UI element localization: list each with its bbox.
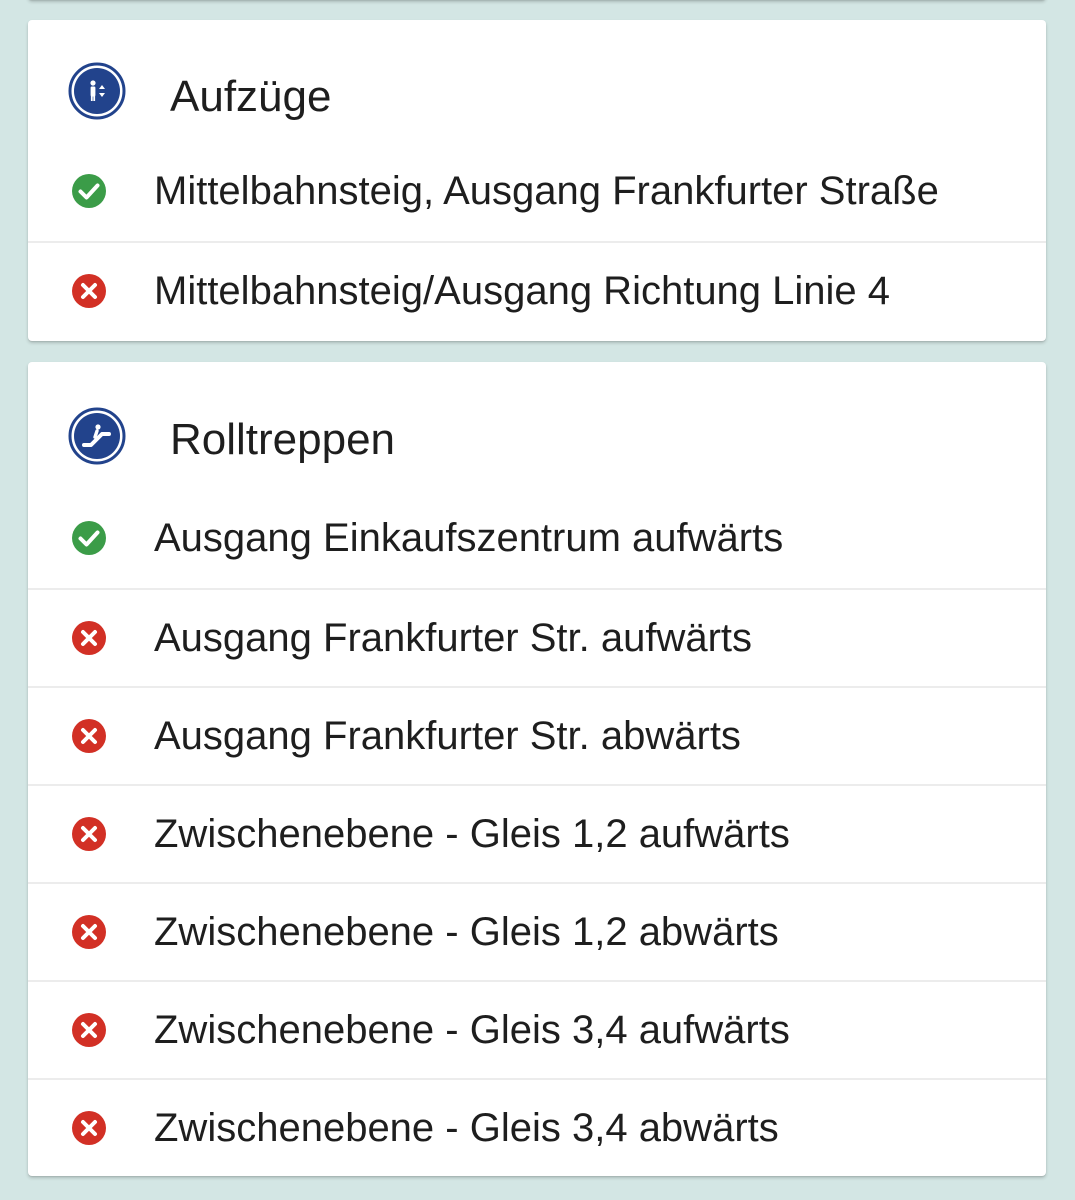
list-item[interactable]: Zwischenebene - Gleis 1,2 abwärts <box>28 882 1046 980</box>
item-label: Mittelbahnsteig, Ausgang Frankfurter Str… <box>154 168 939 213</box>
item-label: Ausgang Frankfurter Str. aufwärts <box>154 616 753 660</box>
escalators-list: Ausgang Einkaufszentrum aufwärts Ausgang… <box>28 507 1046 1176</box>
list-item[interactable]: Mittelbahnsteig, Ausgang Frankfurter Str… <box>28 160 1046 241</box>
escalators-header: Rolltreppen <box>28 362 1046 507</box>
list-item[interactable]: Zwischenebene - Gleis 3,4 abwärts <box>28 1078 1046 1176</box>
item-label: Mittelbahnsteig/Ausgang Richtung Linie 4 <box>154 269 891 313</box>
item-label: Zwischenebene - Gleis 1,2 abwärts <box>154 910 779 954</box>
item-label: Zwischenebene - Gleis 1,2 aufwärts <box>154 812 790 856</box>
list-item[interactable]: Ausgang Frankfurter Str. aufwärts <box>28 588 1046 686</box>
list-item[interactable]: Zwischenebene - Gleis 3,4 aufwärts <box>28 980 1046 1078</box>
elevator-icon <box>68 62 126 120</box>
error-circle-icon <box>72 1013 106 1047</box>
check-circle-icon <box>72 520 106 555</box>
escalators-title: Rolltreppen <box>170 415 396 464</box>
error-circle-icon <box>72 1111 106 1145</box>
escalators-card: Rolltreppen Ausgang Einkaufszentrum aufw… <box>28 362 1046 1176</box>
error-circle-icon <box>72 274 106 308</box>
item-label: Ausgang Einkaufszentrum aufwärts <box>154 515 784 560</box>
list-item[interactable]: Ausgang Einkaufszentrum aufwärts <box>28 507 1046 588</box>
elevators-title: Aufzüge <box>170 72 332 121</box>
error-circle-icon <box>72 817 106 851</box>
error-circle-icon <box>72 719 106 753</box>
item-label: Zwischenebene - Gleis 3,4 abwärts <box>154 1106 779 1150</box>
elevators-header: Aufzüge <box>28 20 1046 160</box>
list-item[interactable]: Zwischenebene - Gleis 1,2 aufwärts <box>28 784 1046 882</box>
item-label: Ausgang Frankfurter Str. abwärts <box>154 714 741 758</box>
elevators-list: Mittelbahnsteig, Ausgang Frankfurter Str… <box>28 160 1046 339</box>
elevators-card: Aufzüge Mittelbahnsteig, Ausgang Frankfu… <box>28 20 1046 341</box>
list-item[interactable]: Ausgang Frankfurter Str. abwärts <box>28 686 1046 784</box>
escalator-icon <box>68 407 126 465</box>
error-circle-icon <box>72 621 106 655</box>
error-circle-icon <box>72 915 106 949</box>
item-label: Zwischenebene - Gleis 3,4 aufwärts <box>154 1008 790 1052</box>
check-circle-icon <box>72 173 106 208</box>
list-item[interactable]: Mittelbahnsteig/Ausgang Richtung Linie 4 <box>28 241 1046 339</box>
